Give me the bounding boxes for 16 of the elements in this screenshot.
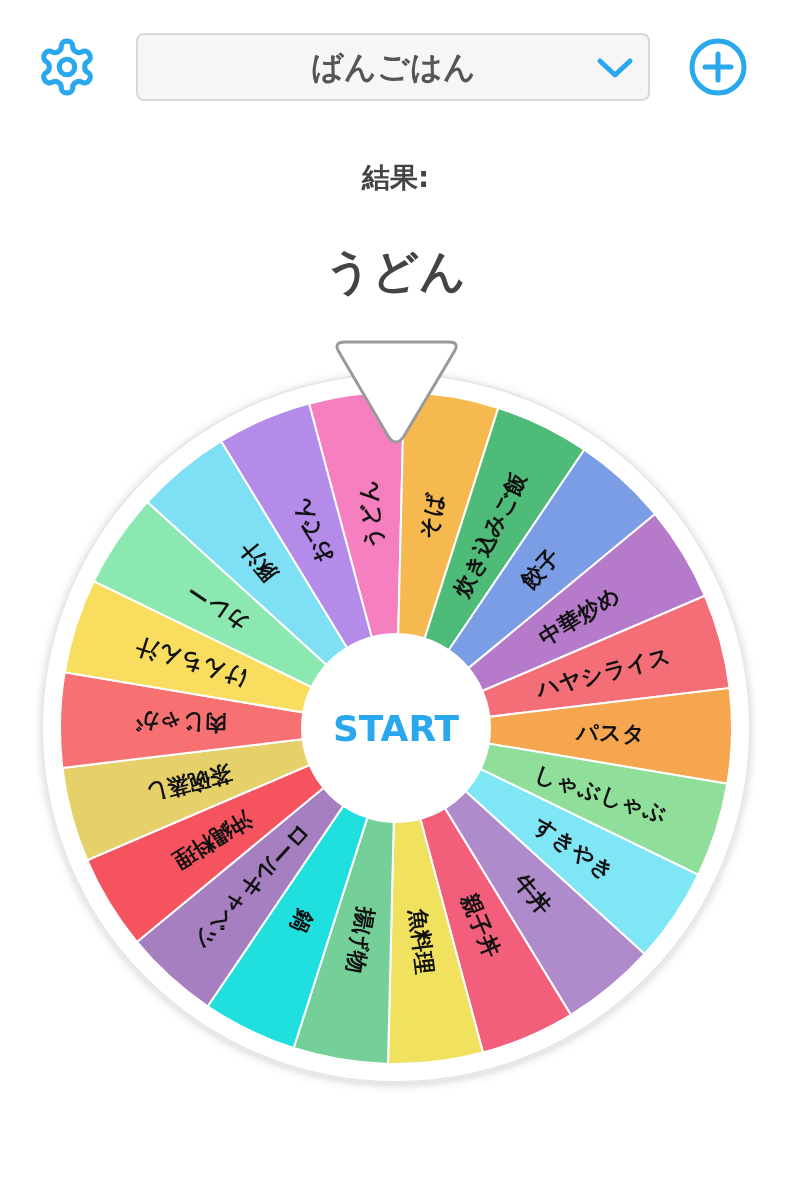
result-label: 結果: — [361, 160, 430, 196]
segment-label: 親子丼 — [456, 890, 506, 961]
segment-label: 揚げ物 — [342, 904, 379, 976]
segment-label: 鍋 — [286, 906, 319, 937]
segment-label: おでん — [286, 493, 337, 567]
segment-label: パスタ — [576, 719, 646, 747]
segment-label: 餃子 — [516, 544, 565, 594]
segment-label: 沖縄料理 — [168, 806, 257, 874]
segment-label: 牛丼 — [509, 868, 557, 919]
segment-label: 肉じゃが — [135, 709, 227, 737]
result-value: うどん — [325, 243, 466, 300]
segment-label: 茶碗蒸し — [142, 760, 235, 808]
segment-label: うどん — [353, 478, 387, 551]
segment-label: 魚料理 — [405, 907, 438, 976]
menu-dropdown[interactable]: ばんごはん — [136, 33, 650, 101]
segment-label: そば — [415, 491, 448, 541]
